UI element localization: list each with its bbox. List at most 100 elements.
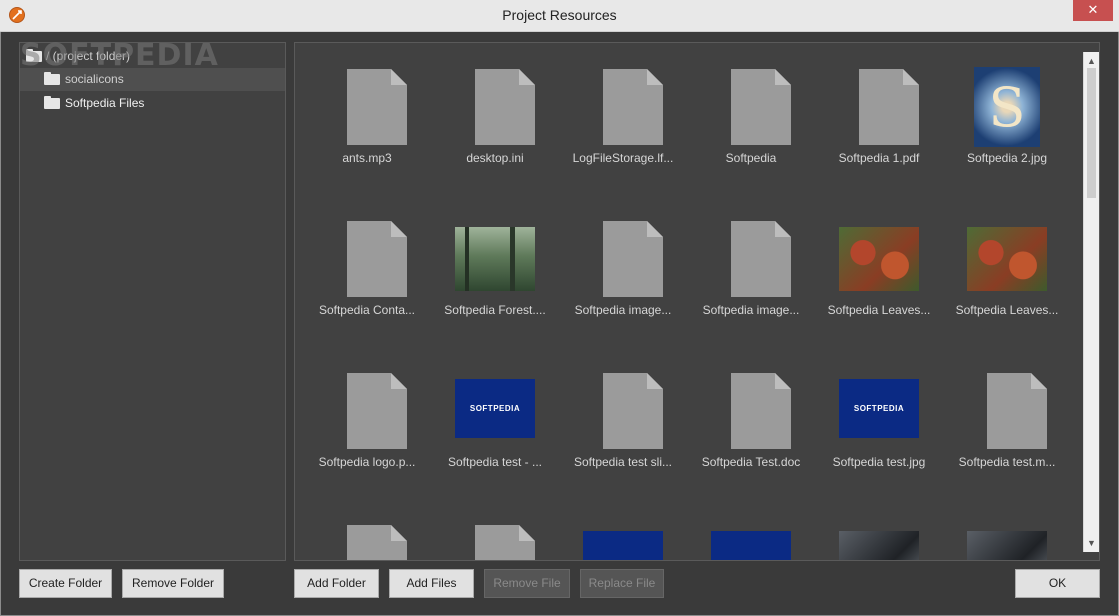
file-thumbnail — [711, 69, 791, 145]
folder-icon — [26, 49, 42, 62]
window-title: Project Resources — [502, 7, 617, 23]
file-icon — [731, 373, 791, 449]
file-item[interactable] — [943, 501, 1071, 560]
scroll-up-arrow-icon[interactable]: ▲ — [1084, 54, 1099, 68]
tree-item-softpedia-files[interactable]: Softpedia Files — [20, 92, 285, 115]
file-icon — [347, 525, 407, 560]
file-item[interactable] — [303, 501, 431, 560]
tree-item-socialicons[interactable]: socialicons — [20, 68, 285, 91]
file-name: Softpedia Forest.... — [444, 303, 546, 317]
file-item[interactable]: Softpedia logo.p... — [303, 349, 431, 489]
file-item[interactable]: Softpedia image... — [559, 197, 687, 337]
vertical-scrollbar[interactable]: ▲ ▼ — [1083, 52, 1099, 552]
file-item[interactable]: Softpedia 1.pdf — [815, 45, 943, 185]
file-item[interactable]: Softpedia — [687, 45, 815, 185]
file-item[interactable] — [687, 501, 815, 560]
file-name: Softpedia test sli... — [573, 455, 673, 469]
replace-file-button[interactable]: Replace File — [580, 569, 664, 598]
file-item[interactable]: SOFTPEDIA Softpedia test - ... — [431, 349, 559, 489]
file-icon — [347, 221, 407, 297]
folder-tree[interactable]: / (project folder) socialicons Softpedia… — [19, 42, 286, 561]
tree-item-project-folder[interactable]: / (project folder) — [20, 45, 285, 68]
file-item[interactable]: Softpedia Conta... — [303, 197, 431, 337]
folder-icon — [44, 72, 60, 85]
file-icon — [603, 373, 663, 449]
file-name: Softpedia Conta... — [318, 303, 416, 317]
file-item[interactable]: Softpedia test sli... — [559, 349, 687, 489]
remove-file-button[interactable]: Remove File — [484, 569, 570, 598]
file-item[interactable]: Softpedia test.m... — [943, 349, 1071, 489]
add-files-button[interactable]: Add Files — [389, 569, 474, 598]
file-thumbnail — [839, 69, 919, 145]
file-thumbnail: SOFTPEDIA — [455, 373, 535, 449]
file-name: Softpedia — [725, 151, 777, 165]
file-thumbnail — [455, 221, 535, 297]
file-thumbnail — [711, 221, 791, 297]
file-name: Softpedia 1.pdf — [838, 151, 920, 165]
file-name: Softpedia Leaves... — [955, 303, 1059, 317]
file-icon — [475, 525, 535, 560]
image-thumbnail — [711, 531, 791, 560]
file-item[interactable]: ants.mp3 — [303, 45, 431, 185]
file-name: LogFileStorage.lf... — [572, 151, 674, 165]
file-item[interactable] — [815, 501, 943, 560]
file-item[interactable]: Softpedia Test.doc — [687, 349, 815, 489]
file-thumbnail — [583, 525, 663, 560]
image-thumbnail: SOFTPEDIA — [839, 379, 919, 438]
file-icon — [859, 69, 919, 145]
file-thumbnail — [583, 373, 663, 449]
image-thumbnail — [839, 227, 919, 291]
ok-button[interactable]: OK — [1015, 569, 1100, 598]
image-thumbnail: SOFTPEDIA — [455, 379, 535, 438]
file-item[interactable]: Softpedia image... — [687, 197, 815, 337]
logo-text: SOFTPEDIA — [853, 404, 905, 413]
image-thumbnail — [839, 531, 919, 560]
scroll-thumb[interactable] — [1087, 68, 1096, 198]
title-bar: Project Resources ✕ — [0, 0, 1119, 32]
file-thumbnail — [967, 525, 1047, 560]
file-item[interactable]: SOFTPEDIA Softpedia test.jpg — [815, 349, 943, 489]
file-thumbnail — [839, 525, 919, 560]
file-item[interactable] — [431, 501, 559, 560]
tree-item-label: Softpedia Files — [65, 96, 145, 110]
file-name: Softpedia test.m... — [958, 455, 1056, 469]
file-thumbnail — [583, 221, 663, 297]
file-thumbnail — [327, 373, 407, 449]
file-icon — [731, 221, 791, 297]
file-thumbnail — [327, 525, 407, 560]
file-icon — [603, 69, 663, 145]
tree-item-label: / (project folder) — [46, 49, 131, 63]
close-button[interactable]: ✕ — [1073, 0, 1113, 21]
file-thumbnail — [327, 221, 407, 297]
file-thumbnail — [327, 69, 407, 145]
image-thumbnail: S — [974, 67, 1040, 147]
file-item[interactable]: LogFileStorage.lf... — [559, 45, 687, 185]
image-thumbnail — [583, 531, 663, 560]
remove-folder-button[interactable]: Remove Folder — [122, 569, 224, 598]
file-item[interactable]: S Softpedia 2.jpg — [943, 45, 1071, 185]
scroll-down-arrow-icon[interactable]: ▼ — [1084, 536, 1099, 550]
file-item[interactable]: desktop.ini — [431, 45, 559, 185]
file-name: desktop.ini — [466, 151, 524, 165]
add-folder-button[interactable]: Add Folder — [294, 569, 379, 598]
create-folder-button[interactable]: Create Folder — [19, 569, 112, 598]
file-name: Softpedia Leaves... — [827, 303, 931, 317]
file-icon — [603, 221, 663, 297]
file-thumbnail: S — [967, 67, 1047, 147]
file-icon — [347, 69, 407, 145]
image-thumbnail — [967, 531, 1047, 560]
file-item[interactable] — [559, 501, 687, 560]
file-name: Softpedia Test.doc — [701, 455, 801, 469]
file-icon — [475, 69, 535, 145]
file-thumbnail — [455, 69, 535, 145]
file-thumbnail — [967, 221, 1047, 297]
file-grid[interactable]: ants.mp3 desktop.ini LogFileStorage.lf... S… — [294, 42, 1100, 561]
file-item[interactable]: Softpedia Leaves... — [943, 197, 1071, 337]
file-icon — [987, 373, 1047, 449]
file-item[interactable]: Softpedia Forest.... — [431, 197, 559, 337]
file-name: Softpedia test.jpg — [832, 455, 926, 469]
file-thumbnail — [967, 373, 1047, 449]
file-icon — [347, 373, 407, 449]
file-item[interactable]: Softpedia Leaves... — [815, 197, 943, 337]
image-thumbnail — [455, 227, 535, 291]
